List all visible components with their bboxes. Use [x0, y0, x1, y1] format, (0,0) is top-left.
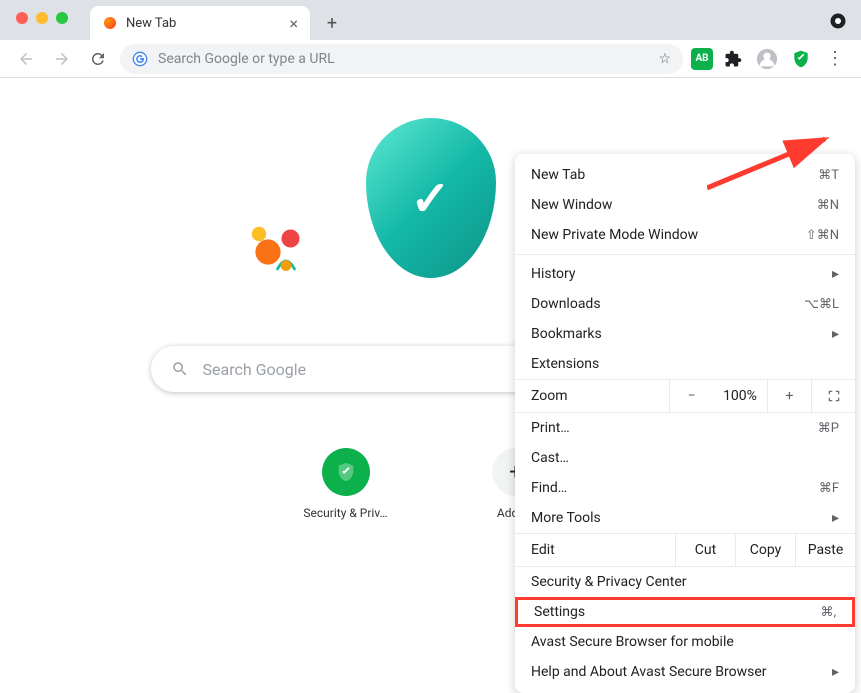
- menu-more-tools[interactable]: More Tools▸: [515, 503, 855, 533]
- profile-avatar-icon[interactable]: [753, 45, 781, 73]
- fullscreen-button[interactable]: [811, 380, 855, 412]
- browser-tab[interactable]: New Tab ×: [90, 6, 310, 40]
- more-menu-button[interactable]: ⋮: [821, 45, 849, 73]
- close-tab-icon[interactable]: ×: [289, 14, 298, 33]
- window-traffic-lights: [16, 12, 68, 24]
- shield-check-icon: [322, 448, 370, 496]
- cut-button[interactable]: Cut: [675, 534, 735, 566]
- minimize-window-button[interactable]: [36, 12, 48, 24]
- chevron-right-icon: ▸: [832, 266, 839, 282]
- extension-ab-icon[interactable]: AB: [691, 48, 713, 70]
- menu-extensions[interactable]: Extensions: [515, 349, 855, 379]
- chevron-right-icon: ▸: [832, 664, 839, 680]
- checkmark-icon: ✓: [410, 170, 450, 227]
- search-placeholder: Search Google: [203, 360, 307, 379]
- browser-menu: New Tab⌘T New Window⌘N New Private Mode …: [515, 154, 855, 693]
- paste-button[interactable]: Paste: [795, 534, 855, 566]
- menu-history[interactable]: History▸: [515, 259, 855, 289]
- chevron-right-icon: ▸: [832, 326, 839, 342]
- shortcut-label: Security & Priv…: [296, 506, 396, 520]
- back-button[interactable]: [12, 45, 40, 73]
- omnibox-placeholder: Search Google or type a URL: [158, 51, 335, 67]
- search-icon: [171, 360, 189, 378]
- new-tab-page: ✓ Search Google Security & Priv… + Add s…: [0, 78, 861, 592]
- menu-find[interactable]: Find…⌘F: [515, 473, 855, 503]
- zoom-in-button[interactable]: +: [767, 380, 811, 412]
- menu-new-private[interactable]: New Private Mode Window⇧⌘N: [515, 220, 855, 250]
- menu-zoom-row: Zoom − 100% +: [515, 379, 855, 413]
- extensions-puzzle-icon[interactable]: [719, 45, 747, 73]
- toolbar: Search Google or type a URL ☆ AB ⋮: [0, 40, 861, 78]
- zoom-out-button[interactable]: −: [669, 380, 713, 412]
- menu-security-center[interactable]: Security & Privacy Center: [515, 567, 855, 597]
- bookmark-star-icon[interactable]: ☆: [658, 51, 671, 67]
- profile-menu-icon[interactable]: [829, 12, 847, 30]
- shield-icon: ✓: [366, 118, 496, 278]
- flower-decoration-icon: [241, 198, 331, 288]
- extension-shield-icon[interactable]: [787, 45, 815, 73]
- zoom-label: Zoom: [515, 388, 669, 404]
- reload-button[interactable]: [84, 45, 112, 73]
- address-bar[interactable]: Search Google or type a URL ☆: [120, 44, 683, 74]
- tab-strip: New Tab × +: [0, 0, 861, 40]
- edit-label: Edit: [515, 542, 675, 558]
- menu-help[interactable]: Help and About Avast Secure Browser▸: [515, 657, 855, 687]
- menu-print[interactable]: Print…⌘P: [515, 413, 855, 443]
- tab-favicon: [102, 15, 118, 31]
- menu-edit-row: Edit Cut Copy Paste: [515, 533, 855, 567]
- menu-separator: [515, 254, 855, 255]
- tab-title: New Tab: [126, 16, 176, 31]
- menu-cast[interactable]: Cast…: [515, 443, 855, 473]
- toolbar-extensions: AB ⋮: [691, 45, 849, 73]
- maximize-window-button[interactable]: [56, 12, 68, 24]
- shortcut-security[interactable]: Security & Priv…: [296, 448, 396, 520]
- close-window-button[interactable]: [16, 12, 28, 24]
- new-tab-button[interactable]: +: [318, 9, 346, 37]
- copy-button[interactable]: Copy: [735, 534, 795, 566]
- forward-button[interactable]: [48, 45, 76, 73]
- menu-mobile[interactable]: Avast Secure Browser for mobile: [515, 627, 855, 657]
- menu-bookmarks[interactable]: Bookmarks▸: [515, 319, 855, 349]
- menu-settings[interactable]: Settings⌘,: [515, 597, 855, 627]
- chevron-right-icon: ▸: [832, 510, 839, 526]
- zoom-value: 100%: [713, 388, 767, 404]
- menu-new-window[interactable]: New Window⌘N: [515, 190, 855, 220]
- menu-downloads[interactable]: Downloads⌥⌘L: [515, 289, 855, 319]
- menu-new-tab[interactable]: New Tab⌘T: [515, 160, 855, 190]
- google-icon: [132, 51, 148, 67]
